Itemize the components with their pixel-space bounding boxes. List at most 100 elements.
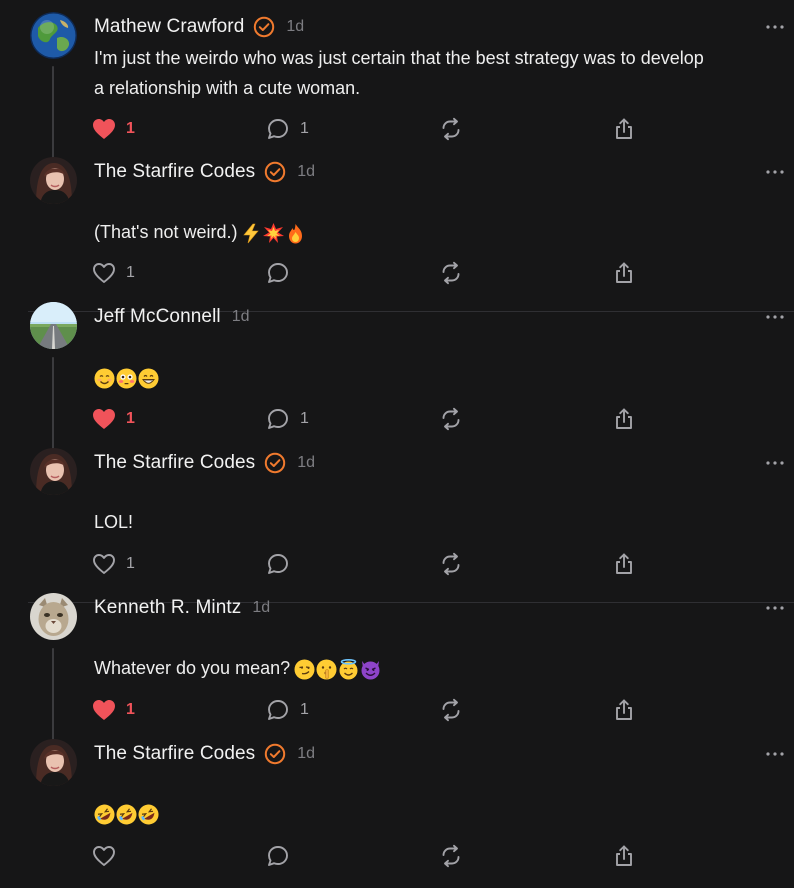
reply-count: 1 (300, 701, 309, 718)
author-name[interactable]: The Starfire Codes (94, 452, 255, 474)
comment-text-line: a relationship with a cute woman. (94, 73, 784, 103)
reply-button[interactable] (266, 549, 290, 579)
reply-button[interactable]: 1 (266, 114, 309, 144)
like-count: 1 (126, 120, 135, 137)
verified-badge-icon (264, 743, 286, 765)
speech-bubble-icon (266, 552, 290, 576)
more-options-icon[interactable] (764, 747, 786, 761)
grinning-face-emoji (138, 368, 159, 389)
like-button[interactable]: 1 (92, 549, 135, 579)
fire-emoji (285, 223, 306, 244)
reply-button[interactable]: 1 (266, 695, 309, 725)
author-name[interactable]: The Starfire Codes (94, 161, 255, 183)
smiling-face-emoji (94, 368, 115, 389)
more-options-icon[interactable] (764, 20, 786, 34)
action-bar (0, 841, 794, 871)
like-button[interactable] (92, 841, 116, 871)
reply-button[interactable] (266, 258, 290, 288)
like-count: 1 (126, 264, 135, 281)
author-name[interactable]: Mathew Crawford (94, 16, 244, 38)
more-options-icon[interactable] (764, 601, 786, 615)
reply-button[interactable] (266, 841, 290, 871)
post-timestamp[interactable]: 1d (232, 308, 250, 326)
emoji-group (94, 804, 159, 825)
share-upload-icon (612, 407, 636, 431)
post-timestamp[interactable]: 1d (286, 18, 304, 36)
share-upload-icon (612, 698, 636, 722)
emoji-group (241, 222, 306, 244)
restack-arrows-icon (439, 844, 463, 868)
share-button[interactable] (612, 549, 636, 579)
share-upload-icon (612, 552, 636, 576)
post-timestamp[interactable]: 1d (297, 454, 315, 472)
comment-text: a relationship with a cute woman. (94, 78, 361, 98)
rofl-face-emoji (116, 804, 137, 825)
avatar[interactable] (30, 593, 77, 640)
author-name[interactable]: Jeff McConnell (94, 306, 221, 328)
like-button[interactable]: 1 (92, 404, 135, 434)
share-button[interactable] (612, 695, 636, 725)
more-options-icon[interactable] (764, 310, 786, 324)
comment-text: LOL! (94, 512, 134, 532)
speech-bubble-icon (266, 698, 290, 722)
reply-count: 1 (300, 120, 309, 137)
action-bar: 11 (0, 114, 794, 144)
restack-button[interactable] (439, 695, 463, 725)
share-button[interactable] (612, 114, 636, 144)
post-timestamp[interactable]: 1d (297, 163, 315, 181)
heart-icon (92, 699, 116, 721)
avatar[interactable] (30, 302, 77, 349)
restack-arrows-icon (439, 117, 463, 141)
heart-icon (92, 262, 116, 284)
speech-bubble-icon (266, 844, 290, 868)
author-name[interactable]: The Starfire Codes (94, 743, 255, 765)
speech-bubble-icon (266, 261, 290, 285)
comment-body: I'm just the weirdo who was just certain… (94, 43, 784, 103)
comment-thread-feed: Mathew Crawford 1d I'm just the weirdo who… (0, 0, 794, 888)
share-button[interactable] (612, 258, 636, 288)
like-button[interactable]: 1 (92, 258, 135, 288)
share-upload-icon (612, 844, 636, 868)
action-bar: 11 (0, 404, 794, 434)
smirking-face-emoji (294, 659, 315, 680)
post-timestamp[interactable]: 1d (252, 599, 270, 617)
reply-button[interactable]: 1 (266, 404, 309, 434)
restack-button[interactable] (439, 404, 463, 434)
action-bar: 1 (0, 549, 794, 579)
more-options-icon[interactable] (764, 456, 786, 470)
restack-button[interactable] (439, 841, 463, 871)
avatar[interactable] (30, 12, 77, 59)
author-row: Mathew Crawford 1d (94, 14, 304, 40)
avatar[interactable] (30, 739, 77, 786)
author-row: The Starfire Codes 1d (94, 741, 315, 767)
share-button[interactable] (612, 841, 636, 871)
verified-badge-icon (264, 161, 286, 183)
like-count: 1 (126, 410, 135, 427)
restack-arrows-icon (439, 698, 463, 722)
verified-badge-icon (253, 16, 275, 38)
like-button[interactable]: 1 (92, 114, 135, 144)
like-button[interactable]: 1 (92, 695, 135, 725)
restack-button[interactable] (439, 258, 463, 288)
action-bar: 11 (0, 695, 794, 725)
emoji-group (294, 658, 381, 680)
avatar[interactable] (30, 157, 77, 204)
comment-body: Whatever do you mean? (94, 653, 784, 683)
heart-icon (92, 553, 116, 575)
share-button[interactable] (612, 404, 636, 434)
collision-emoji (263, 222, 285, 244)
more-options-icon[interactable] (764, 165, 786, 179)
like-count: 1 (126, 701, 135, 718)
share-upload-icon (612, 261, 636, 285)
reply-count: 1 (300, 410, 309, 427)
author-name[interactable]: Kenneth R. Mintz (94, 597, 241, 619)
restack-button[interactable] (439, 549, 463, 579)
avatar[interactable] (30, 448, 77, 495)
comment-text-line: Whatever do you mean? (94, 653, 784, 683)
post-timestamp[interactable]: 1d (297, 745, 315, 763)
restack-button[interactable] (439, 114, 463, 144)
share-upload-icon (612, 117, 636, 141)
comment-text: (That's not weird.) (94, 222, 238, 242)
flushed-face-emoji (116, 368, 137, 389)
devil-face-emoji (360, 659, 381, 680)
